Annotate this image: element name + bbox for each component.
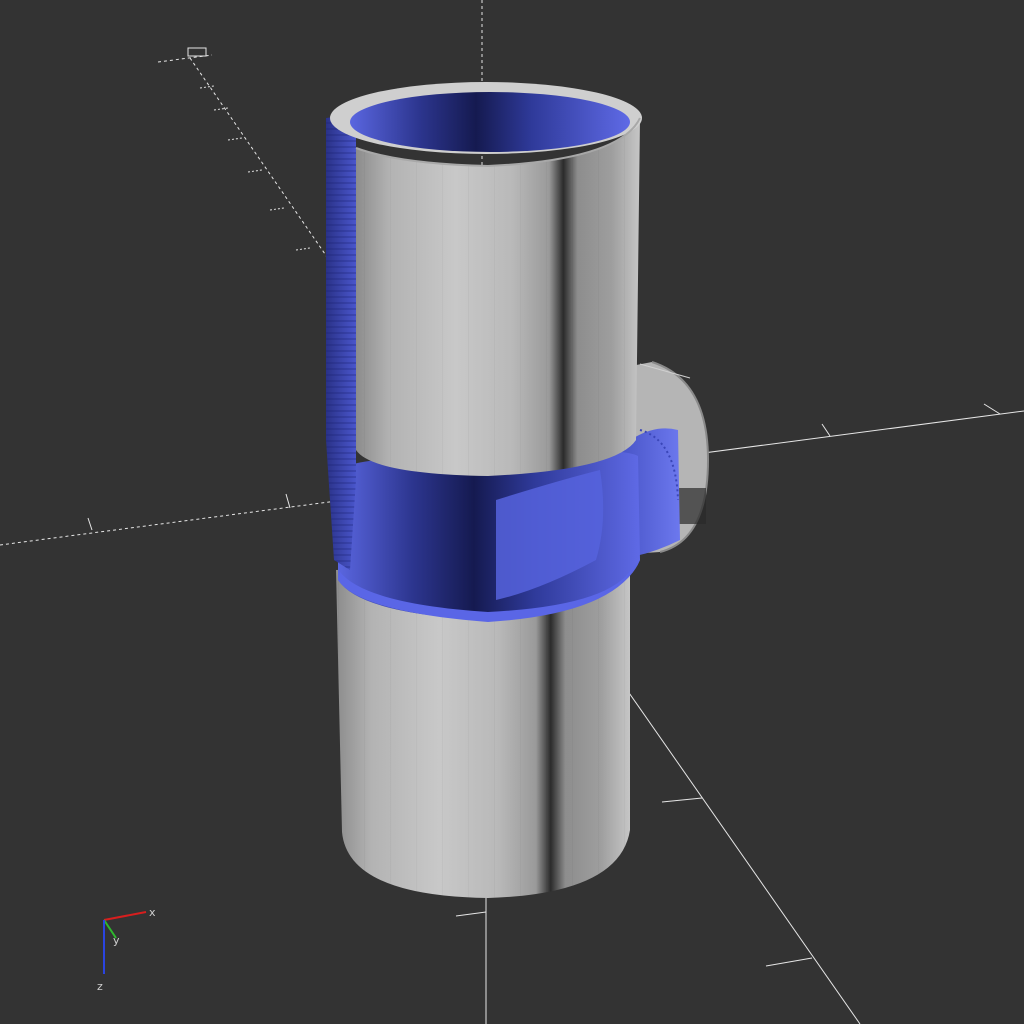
y-axis-label: y: [113, 934, 120, 947]
render-viewport[interactable]: x y z: [0, 0, 1024, 1024]
upper-tube[interactable]: [330, 82, 642, 476]
x-axis-label: x: [149, 906, 156, 919]
seam-strip: [326, 114, 356, 570]
x-axis-line: [103, 911, 147, 921]
z-axis-label: z: [97, 980, 103, 993]
axis-gizmo: x y z: [97, 906, 156, 993]
upper-bore: [350, 92, 630, 152]
